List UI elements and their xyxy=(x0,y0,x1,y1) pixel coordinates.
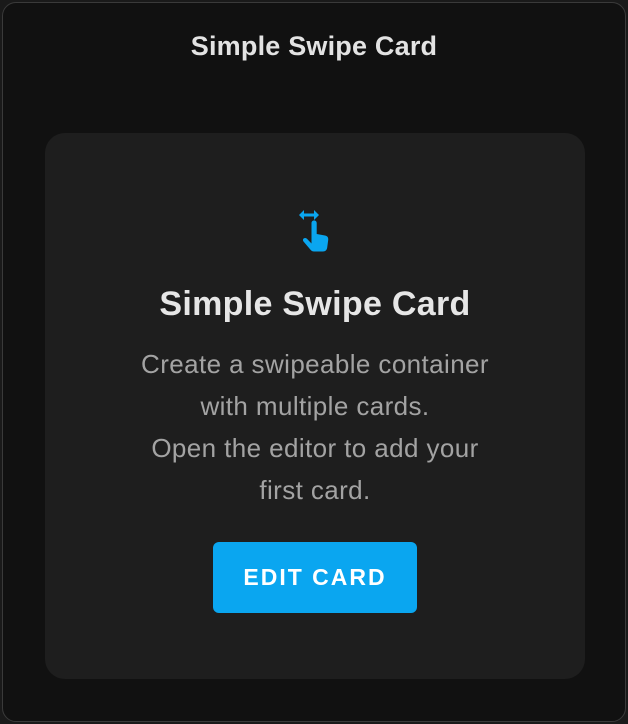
description-line: Create a swipeable container xyxy=(141,349,489,379)
description-line: with multiple cards. xyxy=(200,391,430,421)
frame-title: Simple Swipe Card xyxy=(190,31,438,61)
description-line: Open the editor to add your xyxy=(151,433,479,463)
edit-card-button[interactable]: EDIT CARD xyxy=(213,542,417,613)
card-title: Simple Swipe Card xyxy=(159,285,471,323)
card-description: Create a swipeable container with multip… xyxy=(105,343,525,511)
description-line: first card. xyxy=(259,475,371,505)
placeholder-card: Simple Swipe Card Create a swipeable con… xyxy=(45,133,585,679)
swipe-horizontal-hand-icon xyxy=(299,210,329,252)
card-container-frame: Simple Swipe Card Simple Swipe Card Crea… xyxy=(2,2,626,722)
